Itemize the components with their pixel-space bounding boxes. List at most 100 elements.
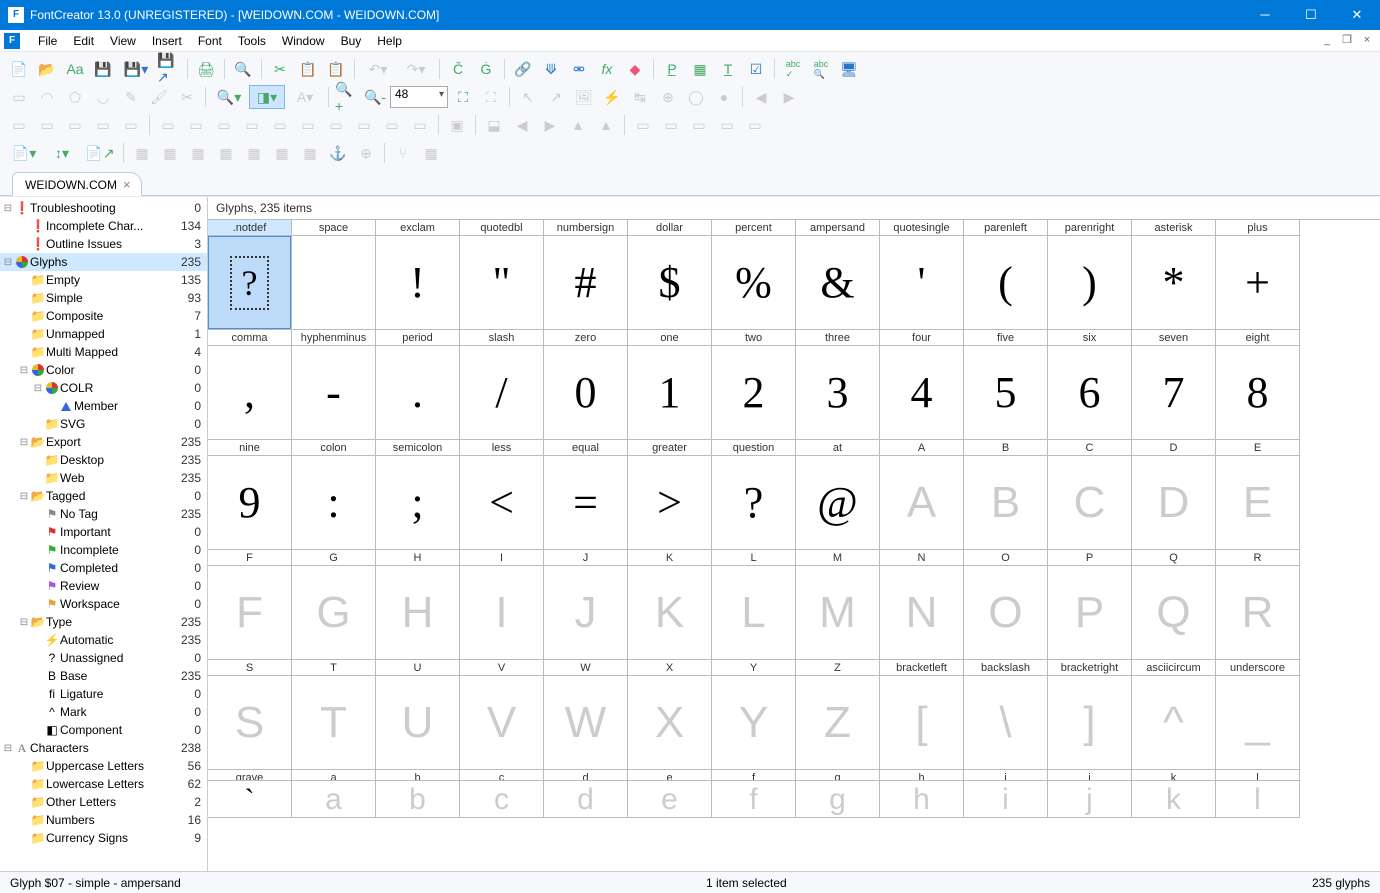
glyph-cell-e[interactable]: ee <box>628 770 712 818</box>
close-button[interactable]: ✕ <box>1334 0 1380 30</box>
glyph-cell-H[interactable]: HH <box>376 550 460 660</box>
glyph-cell-g[interactable]: gg <box>796 770 880 818</box>
glyph-cell-T[interactable]: TT <box>292 660 376 770</box>
fill-mode-button[interactable]: ◨▾ <box>249 85 285 109</box>
branch-button[interactable]: ⑂ <box>390 141 416 165</box>
glyph-cell-D[interactable]: DD <box>1132 440 1216 550</box>
tree-item-type[interactable]: ⊟📂Type235 <box>0 613 207 631</box>
glyph-cell-V[interactable]: VV <box>460 660 544 770</box>
tree-item-characters[interactable]: ⊟ACharacters238 <box>0 739 207 757</box>
tree-item-color[interactable]: ⊟Color0 <box>0 361 207 379</box>
glyph-cell-U[interactable]: UU <box>376 660 460 770</box>
r3-union-button[interactable]: ⬓ <box>481 113 507 137</box>
glyph-cell-W[interactable]: WW <box>544 660 628 770</box>
r3-b13[interactable]: ▭ <box>351 113 377 137</box>
glyph-cell-bracketleft[interactable]: bracketleft[ <box>880 660 964 770</box>
r3-b19[interactable]: ▲ <box>565 113 591 137</box>
r3-b1[interactable]: ▭ <box>6 113 32 137</box>
glyph-cell-asterisk[interactable]: asterisk* <box>1132 220 1216 330</box>
menu-file[interactable]: File <box>30 30 65 52</box>
tree-item-simple[interactable]: 📁Simple93 <box>0 289 207 307</box>
save-as-button[interactable]: 💾▾ <box>118 57 154 81</box>
document-tab[interactable]: WEIDOWN.COM × <box>12 172 142 196</box>
glyph-cell-P[interactable]: PP <box>1048 550 1132 660</box>
glyph-cell-h[interactable]: hh <box>880 770 964 818</box>
tab-close-icon[interactable]: × <box>123 177 131 192</box>
glyph-cell-f[interactable]: ff <box>712 770 796 818</box>
glyph-cell-three[interactable]: three3 <box>796 330 880 440</box>
glyph-cell-six[interactable]: six6 <box>1048 330 1132 440</box>
glyph-cell-eight[interactable]: eight8 <box>1216 330 1300 440</box>
menu-buy[interactable]: Buy <box>333 30 370 52</box>
tree-item-multi-mapped[interactable]: 📁Multi Mapped4 <box>0 343 207 361</box>
r3-b9[interactable]: ▭ <box>239 113 265 137</box>
glyph-cell-asciicircum[interactable]: asciicircum^ <box>1132 660 1216 770</box>
r3-b6[interactable]: ▭ <box>155 113 181 137</box>
r3-b14[interactable]: ▭ <box>379 113 405 137</box>
glyph-cell-parenright[interactable]: parenright) <box>1048 220 1132 330</box>
r3-b12[interactable]: ▭ <box>323 113 349 137</box>
glyph-cell-J[interactable]: JJ <box>544 550 628 660</box>
glyph-cell-F[interactable]: FF <box>208 550 292 660</box>
glyph-cell-a[interactable]: aa <box>292 770 376 818</box>
open-button[interactable]: 📂 <box>34 57 60 81</box>
glyph-cell-Z[interactable]: ZZ <box>796 660 880 770</box>
glyph-cell-exclam[interactable]: exclam! <box>376 220 460 330</box>
r3-b3[interactable]: ▭ <box>62 113 88 137</box>
menu-insert[interactable]: Insert <box>144 30 190 52</box>
tree-item-component[interactable]: ◧Component0 <box>0 721 207 739</box>
tree-item-lowercase-letters[interactable]: 📁Lowercase Letters62 <box>0 775 207 793</box>
r3-b18[interactable]: ▶ <box>537 113 563 137</box>
glyph-cell-colon[interactable]: colon: <box>292 440 376 550</box>
r3-b10[interactable]: ▭ <box>267 113 293 137</box>
redo-button[interactable]: ↷▾ <box>398 57 434 81</box>
glyph-cell-quotedbl[interactable]: quotedbl" <box>460 220 544 330</box>
tree-item-base[interactable]: BBase235 <box>0 667 207 685</box>
swap-button[interactable]: ↹ <box>627 85 653 109</box>
glyph-cell-i[interactable]: ii <box>964 770 1048 818</box>
tree-item-workspace[interactable]: ⚑Workspace0 <box>0 595 207 613</box>
eraser-button[interactable]: ◆ <box>622 57 648 81</box>
category-tree[interactable]: ⊟❗Troubleshooting0❗Incomplete Char...134… <box>0 197 208 871</box>
abc-spell-button[interactable]: abc✓ <box>780 57 806 81</box>
glyph-cell-k[interactable]: kk <box>1132 770 1216 818</box>
unlink-button[interactable]: ⚮ <box>566 57 592 81</box>
grid3-button[interactable]: ▦ <box>185 141 211 165</box>
glyph-cell-two[interactable]: two2 <box>712 330 796 440</box>
text-a-button[interactable]: A▾ <box>287 85 323 109</box>
mdi-minimize-button[interactable]: _ <box>1318 33 1336 49</box>
glyph-cell-slash[interactable]: slash/ <box>460 330 544 440</box>
paste-button[interactable]: 📋 <box>323 57 349 81</box>
zoom-in-button[interactable]: 🔍+ <box>334 85 360 109</box>
glyph-cell-grave[interactable]: grave` <box>208 770 292 818</box>
glyph-cell-dollar[interactable]: dollar$ <box>628 220 712 330</box>
r3-b17[interactable]: ◀ <box>509 113 535 137</box>
tree-item-tagged[interactable]: ⊟📂Tagged0 <box>0 487 207 505</box>
glyph-cell-semicolon[interactable]: semicolon; <box>376 440 460 550</box>
tree-item-other-letters[interactable]: 📁Other Letters2 <box>0 793 207 811</box>
menu-help[interactable]: Help <box>369 30 410 52</box>
prev-button[interactable]: ◀ <box>748 85 774 109</box>
dot-button[interactable]: ● <box>711 85 737 109</box>
r3-b15[interactable]: ▭ <box>407 113 433 137</box>
mdi-close-button[interactable]: × <box>1358 33 1376 49</box>
tree-item-review[interactable]: ⚑Review0 <box>0 577 207 595</box>
glyph-grid[interactable]: .notdef?space exclam!quotedbl"numbersign… <box>208 219 1380 871</box>
tree-item-incomplete[interactable]: ⚑Incomplete0 <box>0 541 207 559</box>
zoom-out-button[interactable]: 🔍- <box>362 85 388 109</box>
fit-button[interactable]: ⛶ <box>450 85 476 109</box>
grid4-button[interactable]: ▦ <box>213 141 239 165</box>
r3-b22[interactable]: ▭ <box>658 113 684 137</box>
glyph-cell-ampersand[interactable]: ampersand& <box>796 220 880 330</box>
glyph-cell-Y[interactable]: YY <box>712 660 796 770</box>
tree-item-composite[interactable]: 📁Composite7 <box>0 307 207 325</box>
next-button[interactable]: ▶ <box>776 85 802 109</box>
minimize-button[interactable]: ─ <box>1242 0 1288 30</box>
target-button[interactable]: ⊕ <box>353 141 379 165</box>
glyph-cell-L[interactable]: LL <box>712 550 796 660</box>
r3-b2[interactable]: ▭ <box>34 113 60 137</box>
check-button[interactable]: ☑ <box>743 57 769 81</box>
glyph-cell-Q[interactable]: QQ <box>1132 550 1216 660</box>
glyph-cell-period[interactable]: period. <box>376 330 460 440</box>
glyph-cell-parenleft[interactable]: parenleft( <box>964 220 1048 330</box>
